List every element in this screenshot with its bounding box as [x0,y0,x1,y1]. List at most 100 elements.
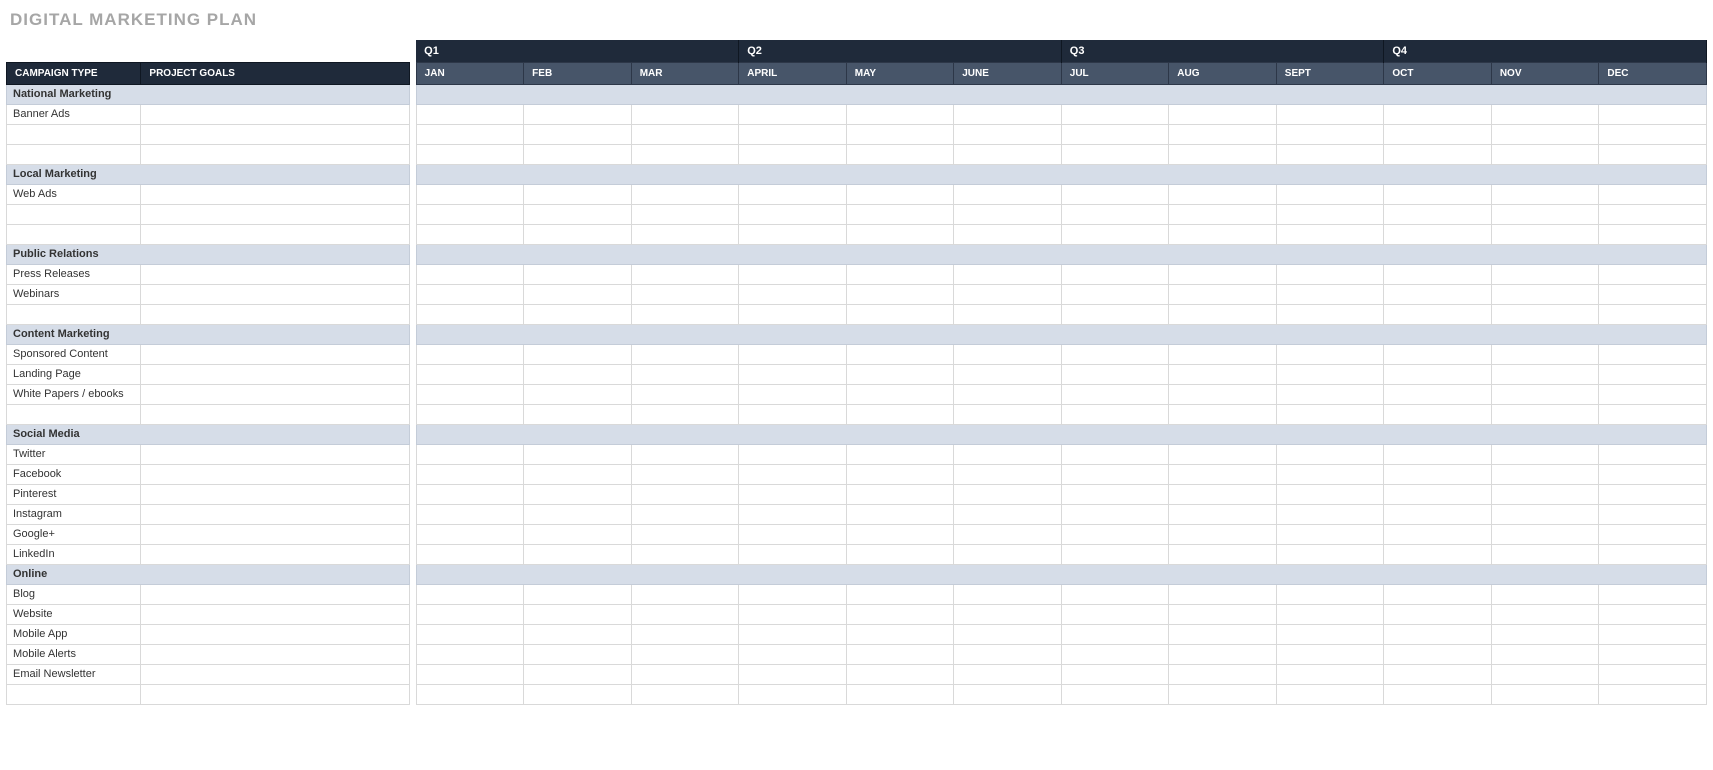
month-cell[interactable] [1599,504,1707,524]
campaign-type-cell[interactable] [7,304,141,324]
month-cell[interactable] [1384,144,1492,164]
month-cell[interactable] [739,144,847,164]
month-cell[interactable] [416,344,524,364]
month-cell[interactable] [1061,604,1169,624]
month-cell[interactable] [1061,204,1169,224]
month-cell[interactable] [1061,344,1169,364]
month-cell[interactable] [1599,604,1707,624]
month-cell[interactable] [416,204,524,224]
month-cell[interactable] [631,484,739,504]
project-goals-cell[interactable] [141,524,410,544]
month-cell[interactable] [1061,504,1169,524]
month-cell[interactable] [631,504,739,524]
month-cell[interactable] [1276,224,1384,244]
month-cell[interactable] [416,124,524,144]
month-cell[interactable] [416,404,524,424]
month-cell[interactable] [1384,344,1492,364]
month-cell[interactable] [954,384,1062,404]
month-cell[interactable] [1061,384,1169,404]
project-goals-cell[interactable] [141,624,410,644]
month-cell[interactable] [739,664,847,684]
month-cell[interactable] [631,624,739,644]
month-cell[interactable] [1384,184,1492,204]
month-cell[interactable] [1276,684,1384,704]
month-cell[interactable] [1061,364,1169,384]
month-cell[interactable] [1276,104,1384,124]
month-cell[interactable] [1599,544,1707,564]
month-cell[interactable] [1491,524,1599,544]
month-cell[interactable] [1384,404,1492,424]
month-cell[interactable] [1169,604,1277,624]
month-cell[interactable] [1276,604,1384,624]
month-cell[interactable] [416,544,524,564]
month-cell[interactable] [846,504,954,524]
month-cell[interactable] [1491,264,1599,284]
month-cell[interactable] [1599,384,1707,404]
month-cell[interactable] [1169,504,1277,524]
month-cell[interactable] [954,584,1062,604]
month-cell[interactable] [524,204,632,224]
project-goals-cell[interactable] [141,204,410,224]
month-cell[interactable] [739,264,847,284]
month-cell[interactable] [739,184,847,204]
campaign-type-cell[interactable]: Mobile App [7,624,141,644]
month-cell[interactable] [1384,104,1492,124]
month-cell[interactable] [739,344,847,364]
month-cell[interactable] [846,644,954,664]
month-cell[interactable] [1169,224,1277,244]
month-cell[interactable] [1384,304,1492,324]
month-cell[interactable] [416,584,524,604]
month-cell[interactable] [1061,444,1169,464]
month-cell[interactable] [954,544,1062,564]
month-cell[interactable] [631,584,739,604]
month-cell[interactable] [1491,484,1599,504]
campaign-type-cell[interactable]: LinkedIn [7,544,141,564]
month-cell[interactable] [631,124,739,144]
month-cell[interactable] [1061,524,1169,544]
month-cell[interactable] [1599,364,1707,384]
month-cell[interactable] [416,184,524,204]
month-cell[interactable] [954,304,1062,324]
month-cell[interactable] [846,404,954,424]
month-cell[interactable] [1061,184,1169,204]
month-cell[interactable] [1276,184,1384,204]
month-cell[interactable] [631,284,739,304]
month-cell[interactable] [1384,224,1492,244]
project-goals-cell[interactable] [141,224,410,244]
month-cell[interactable] [1599,184,1707,204]
month-cell[interactable] [1599,584,1707,604]
month-cell[interactable] [416,644,524,664]
month-cell[interactable] [416,444,524,464]
month-cell[interactable] [954,124,1062,144]
month-cell[interactable] [524,684,632,704]
month-cell[interactable] [1384,544,1492,564]
campaign-type-cell[interactable]: Pinterest [7,484,141,504]
month-cell[interactable] [1491,464,1599,484]
month-cell[interactable] [524,384,632,404]
month-cell[interactable] [1599,264,1707,284]
month-cell[interactable] [954,264,1062,284]
month-cell[interactable] [1491,104,1599,124]
month-cell[interactable] [1384,284,1492,304]
month-cell[interactable] [1599,124,1707,144]
month-cell[interactable] [1061,644,1169,664]
month-cell[interactable] [1169,384,1277,404]
project-goals-cell[interactable] [141,264,410,284]
month-cell[interactable] [631,204,739,224]
campaign-type-cell[interactable] [7,684,141,704]
month-cell[interactable] [954,524,1062,544]
month-cell[interactable] [1384,484,1492,504]
campaign-type-cell[interactable] [7,204,141,224]
month-cell[interactable] [954,404,1062,424]
month-cell[interactable] [1599,304,1707,324]
month-cell[interactable] [1061,484,1169,504]
month-cell[interactable] [846,144,954,164]
month-cell[interactable] [1491,404,1599,424]
month-cell[interactable] [846,524,954,544]
campaign-type-cell[interactable]: Press Releases [7,264,141,284]
month-cell[interactable] [524,304,632,324]
month-cell[interactable] [846,684,954,704]
month-cell[interactable] [846,204,954,224]
month-cell[interactable] [1169,264,1277,284]
month-cell[interactable] [524,444,632,464]
